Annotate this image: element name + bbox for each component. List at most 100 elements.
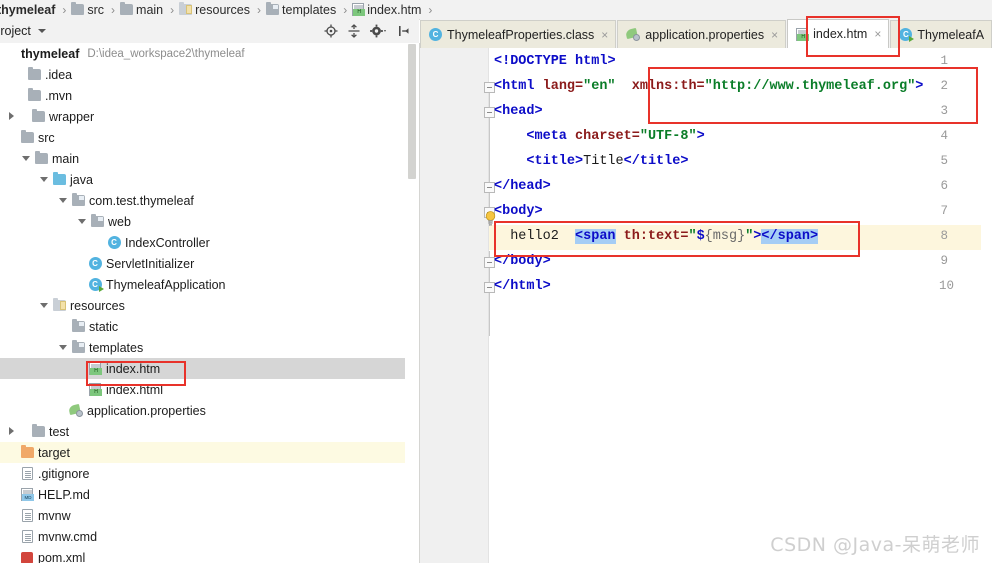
close-icon[interactable]: × xyxy=(601,28,608,42)
code-line-4[interactable]: <meta charset="UTF-8"> xyxy=(494,129,705,144)
chevron-down-icon[interactable] xyxy=(76,216,87,227)
tree-row-mvnw[interactable]: mvnw xyxy=(0,505,405,526)
close-icon[interactable]: × xyxy=(874,27,881,41)
code-token: </title xyxy=(623,154,681,169)
tree-item-label: ServletInitializer xyxy=(106,256,195,271)
editor-gutter[interactable] xyxy=(420,48,488,563)
tree-item-label: templates xyxy=(89,340,144,355)
code-editor[interactable]: 1 2 3 4 5 6 7 8 9 10 <!DOCTYPE html> <ht… xyxy=(420,48,992,563)
folder-icon xyxy=(34,151,48,164)
tree-row-servletinitializer[interactable]: C ServletInitializer xyxy=(0,253,405,274)
project-tree-panel[interactable]: thymeleaf D:\idea_workspace2\thymeleaf .… xyxy=(0,43,420,563)
package-folder-icon xyxy=(71,340,85,353)
tree-item-label: ThymeleafApplication xyxy=(106,277,226,292)
chevron-down-icon[interactable] xyxy=(37,29,46,33)
tree-row-com-test-thymeleaf[interactable]: com.test.thymeleaf xyxy=(0,190,405,211)
text-file-icon xyxy=(21,530,33,543)
breadcrumb-label: main xyxy=(136,2,164,17)
editor-tab-bar[interactable]: C ThymeleafProperties.class × applicatio… xyxy=(420,19,992,49)
breadcrumb[interactable]: thymeleaf › src › main › resources › tem… xyxy=(0,0,992,20)
gear-icon[interactable] xyxy=(370,24,388,38)
spring-boot-class-icon: C xyxy=(88,278,104,292)
chevron-down-icon[interactable] xyxy=(20,153,31,164)
project-scrollbar-thumb[interactable] xyxy=(408,44,416,179)
tab-application-properties[interactable]: application.properties × xyxy=(617,20,787,48)
chevron-down-icon[interactable] xyxy=(57,342,68,353)
tree-row-web[interactable]: web xyxy=(0,211,405,232)
breadcrumb-separator-icon: › xyxy=(170,2,175,17)
tree-row-help-md[interactable]: HELP.md xyxy=(0,484,405,505)
code-token: hello2 xyxy=(494,229,576,244)
code-token: charset= xyxy=(566,129,640,144)
code-line-7[interactable]: <body> xyxy=(494,204,543,219)
tree-row-src[interactable]: src xyxy=(0,127,405,148)
breadcrumb-item-src[interactable]: src xyxy=(70,0,108,19)
breadcrumb-separator-icon: › xyxy=(257,2,262,17)
code-line-3[interactable]: <head> xyxy=(494,104,543,119)
tree-row-thymeleafapplication[interactable]: C ThymeleafApplication xyxy=(0,274,405,295)
code-token: > xyxy=(542,179,551,194)
code-line-8[interactable]: hello2 <span th:text="${msg}"></span> xyxy=(494,229,819,244)
project-path: D:\idea_workspace2\thymeleaf xyxy=(87,47,245,60)
chevron-down-icon[interactable] xyxy=(38,300,49,311)
tree-row-test[interactable]: test xyxy=(0,421,405,442)
code-token: </html xyxy=(494,279,543,294)
hide-panel-icon[interactable] xyxy=(397,24,411,38)
no-arrow-icon xyxy=(6,447,17,458)
project-tree[interactable]: thymeleaf D:\idea_workspace2\thymeleaf .… xyxy=(0,43,405,563)
tree-item-label: application.properties xyxy=(87,403,206,418)
chevron-down-icon[interactable] xyxy=(57,195,68,206)
tree-row-index-html[interactable]: index.html xyxy=(0,379,405,400)
tree-row-resources[interactable]: resources xyxy=(0,295,405,316)
code-line-5[interactable]: <title>Title</title> xyxy=(494,154,688,169)
tree-item-label: java xyxy=(70,172,93,187)
breadcrumb-item-main[interactable]: main xyxy=(119,0,167,19)
code-line-9[interactable]: </body> xyxy=(494,254,551,269)
tree-row-templates[interactable]: templates xyxy=(0,337,405,358)
tree-item-label: .idea xyxy=(45,67,73,82)
code-token: > xyxy=(696,129,705,144)
breadcrumb-separator-icon: › xyxy=(428,2,433,17)
chevron-right-icon[interactable] xyxy=(6,111,17,122)
breadcrumb-item-thymeleaf[interactable]: thymeleaf xyxy=(0,0,59,19)
breadcrumb-item-templates[interactable]: templates xyxy=(265,0,340,19)
tab-thymeleafapplication[interactable]: C ThymeleafA xyxy=(890,20,992,48)
properties-file-icon xyxy=(69,404,83,417)
code-line-6[interactable]: </head> xyxy=(494,179,551,194)
code-line-10[interactable]: </html> xyxy=(494,279,551,294)
tree-row-mvnw-cmd[interactable]: mvnw.cmd xyxy=(0,526,405,547)
tree-row-pom-xml[interactable]: pom.xml xyxy=(0,547,405,563)
code-line-2[interactable]: <html lang="en" xmlns:th="http://www.thy… xyxy=(494,79,923,94)
chevron-down-icon[interactable] xyxy=(38,174,49,185)
breadcrumb-item-index-htm[interactable]: index.htm xyxy=(351,0,425,19)
tree-row-wrapper[interactable]: wrapper xyxy=(0,106,405,127)
tree-row-indexcontroller[interactable]: C IndexController xyxy=(0,232,405,253)
tree-row-main[interactable]: main xyxy=(0,148,405,169)
tab-index-htm[interactable]: index.htm × xyxy=(787,19,890,48)
locate-target-icon[interactable] xyxy=(324,24,338,38)
tree-row-mvn[interactable]: .mvn xyxy=(0,85,405,106)
line-number: 2 xyxy=(940,79,948,93)
tab-thymeleafproperties-class[interactable]: C ThymeleafProperties.class × xyxy=(420,20,617,48)
project-scrollbar-track[interactable] xyxy=(408,43,418,563)
tab-label: application.properties xyxy=(645,27,765,42)
tree-row-gitignore[interactable]: .gitignore xyxy=(0,463,405,484)
tree-row-target[interactable]: target xyxy=(0,442,405,463)
no-arrow-icon xyxy=(13,69,24,80)
tree-row-static[interactable]: static xyxy=(0,316,405,337)
tree-row-idea[interactable]: .idea xyxy=(0,64,405,85)
code-token: html xyxy=(566,54,608,69)
close-icon[interactable]: × xyxy=(771,28,778,42)
editor-scrollbar[interactable] xyxy=(981,48,992,563)
tree-row-java[interactable]: java xyxy=(0,169,405,190)
code-token: lang= xyxy=(534,79,584,94)
tree-row-index-htm[interactable]: index.htm xyxy=(0,358,405,379)
collapse-all-icon[interactable] xyxy=(347,24,361,38)
tree-row-root[interactable]: thymeleaf D:\idea_workspace2\thymeleaf xyxy=(0,43,405,64)
tree-row-application-properties[interactable]: application.properties xyxy=(0,400,405,421)
breadcrumb-item-resources[interactable]: resources xyxy=(178,0,254,19)
html-file-icon xyxy=(796,27,810,41)
chevron-right-icon[interactable] xyxy=(6,426,17,437)
code-line-1[interactable]: <!DOCTYPE html> xyxy=(494,54,616,69)
tree-item-label: com.test.thymeleaf xyxy=(89,193,194,208)
